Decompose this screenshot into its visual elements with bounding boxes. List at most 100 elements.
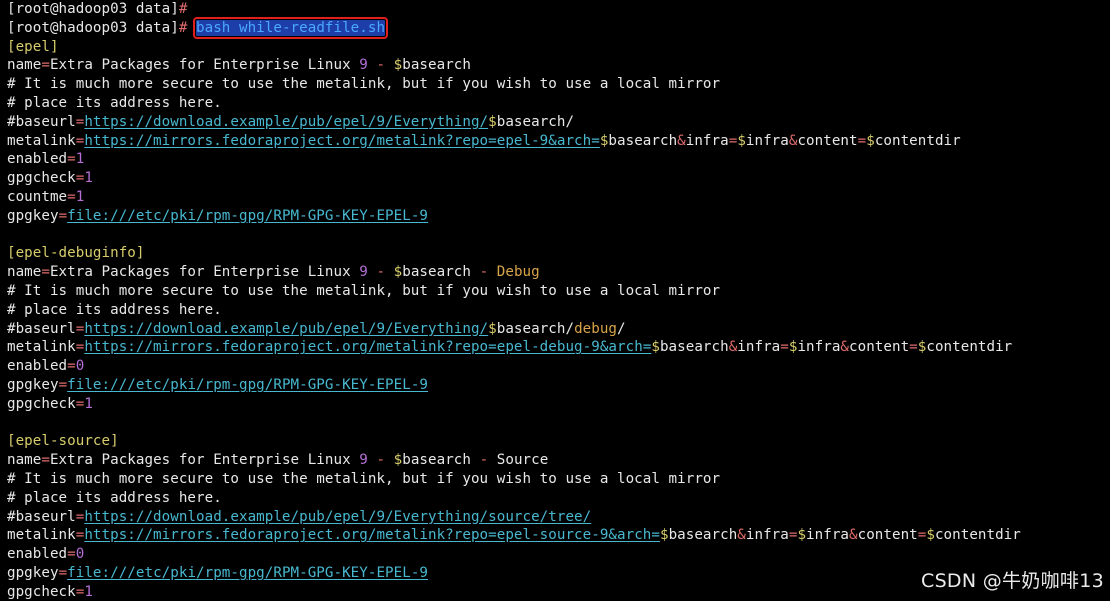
terminal-token-op: & (728, 339, 738, 356)
terminal-token-text: Source (496, 452, 549, 469)
terminal-line: [epel] (7, 38, 1110, 57)
terminal-token-sect: [epel] (7, 38, 59, 55)
terminal-token-link[interactable]: https://mirrors.fedoraproject.org/metali… (84, 339, 651, 355)
terminal-token-text: gpgcheck (7, 170, 76, 187)
terminal-token-text: infra (797, 339, 841, 356)
terminal-token-text: infra (685, 132, 729, 149)
terminal-token-op: = (780, 339, 789, 356)
terminal-token-op: & (840, 339, 850, 356)
terminal-token-text: basearch/ (496, 113, 575, 130)
terminal-token-text: content (857, 527, 918, 544)
terminal-token-text: #baseurl (7, 320, 76, 337)
terminal-token-text: contentdir (934, 527, 1021, 544)
terminal-line: [root@hadoop03 data]# (7, 0, 1110, 19)
terminal-token-text: Extra Packages for Enterprise Linux (49, 57, 360, 74)
terminal-token-op: - (367, 57, 394, 74)
terminal-line: gpgkey=file:///etc/pki/rpm-gpg/RPM-GPG-K… (7, 376, 1110, 395)
terminal-token-dollar: $ (393, 57, 403, 74)
terminal-line: # place its address here. (7, 94, 1110, 113)
terminal-token-text: # It is much more secure to use the meta… (7, 470, 721, 487)
terminal-token-text: gpgcheck (7, 395, 76, 412)
terminal-token-kw: debug (574, 320, 618, 337)
terminal-token-link[interactable]: https://download.example/pub/epel/9/Ever… (84, 321, 488, 337)
terminal-line: #baseurl=https://download.example/pub/ep… (7, 113, 1110, 132)
terminal-token-num: 0 (75, 358, 85, 375)
terminal-line: countme=1 (7, 188, 1110, 207)
terminal-token-dollar: $ (797, 527, 807, 544)
terminal-token-op: = (58, 207, 68, 224)
terminal-token-link[interactable]: file:///etc/pki/rpm-gpg/RPM-GPG-KEY-EPEL… (67, 565, 428, 581)
terminal-token-op: = (909, 339, 918, 356)
terminal-token-text: contentdir (874, 132, 961, 149)
terminal-token-dollar: $ (488, 320, 497, 337)
terminal-line: enabled=0 (7, 545, 1110, 564)
terminal-token-link[interactable]: https://download.example/pub/epel/9/Ever… (84, 114, 488, 130)
terminal-token-op: = (67, 358, 76, 375)
typed-command[interactable]: bash while-readfile.sh (193, 16, 389, 39)
terminal-line: enabled=0 (7, 357, 1110, 376)
terminal-token-link[interactable]: https://download.example/pub/epel/9/Ever… (84, 509, 591, 525)
terminal-token-op: & (677, 132, 686, 149)
terminal-line: #baseurl=https://download.example/pub/ep… (7, 508, 1110, 527)
terminal-token-num: 9 (359, 452, 368, 469)
terminal-token-dollar: $ (488, 113, 497, 130)
terminal-token-text: [root@hadoop03 data] (7, 19, 179, 36)
terminal-token-op: = (41, 264, 50, 281)
terminal-token-text: # place its address here. (7, 94, 222, 111)
terminal-line: # It is much more secure to use the meta… (7, 470, 1110, 489)
terminal-token-link[interactable]: https://mirrors.fedoraproject.org/metali… (84, 527, 660, 543)
terminal-token-num: 1 (84, 583, 93, 600)
terminal-line: gpgkey=file:///etc/pki/rpm-gpg/RPM-GPG-K… (7, 207, 1110, 226)
terminal-token-text: #baseurl (7, 508, 76, 525)
terminal-token-text: basearch (608, 132, 678, 149)
terminal-token-op: - (470, 264, 497, 281)
terminal-line: enabled=1 (7, 150, 1110, 169)
terminal-token-prompt-hash: # (178, 1, 188, 17)
terminal-token-text: gpgkey (7, 376, 59, 393)
terminal-token-num: 9 (359, 264, 368, 281)
terminal-token-link[interactable]: https://mirrors.fedoraproject.org/metali… (84, 133, 600, 149)
terminal-token-text: basearch (668, 527, 738, 544)
terminal-token-text: # It is much more secure to use the meta… (7, 282, 721, 299)
terminal-token-text: content (849, 339, 910, 356)
terminal-token-prompt-hash: # (178, 19, 197, 36)
terminal-token-text: name (7, 57, 42, 74)
terminal-token-dollar: $ (393, 264, 403, 281)
terminal-line: gpgcheck=1 (7, 395, 1110, 414)
terminal-output[interactable]: [root@hadoop03 data]# [root@hadoop03 data… (0, 0, 1110, 601)
terminal-token-dollar: $ (651, 339, 660, 356)
terminal-line: # It is much more secure to use the meta… (7, 75, 1110, 94)
terminal-token-dollar: $ (926, 527, 935, 544)
terminal-token-op: - (367, 264, 394, 281)
terminal-token-link[interactable]: file:///etc/pki/rpm-gpg/RPM-GPG-KEY-EPEL… (67, 377, 428, 393)
terminal-token-op: & (849, 527, 858, 544)
terminal-token-link[interactable]: file:///etc/pki/rpm-gpg/RPM-GPG-KEY-EPEL… (67, 208, 428, 224)
terminal-token-text: metalink (7, 339, 76, 356)
terminal-token-text: basearch (402, 264, 471, 281)
terminal-token-op: - (470, 452, 497, 469)
terminal-token-text: infra (737, 339, 781, 356)
terminal-token-sect: [epel-debuginfo] (7, 245, 145, 262)
terminal-token-text: countme (7, 188, 68, 205)
terminal-line: # place its address here. (7, 301, 1110, 320)
terminal-line: name=Extra Packages for Enterprise Linux… (7, 263, 1110, 282)
terminal-token-text: Extra Packages for Enterprise Linux (49, 264, 360, 281)
terminal-token-text: metalink (7, 527, 76, 544)
terminal-token-text: name (7, 264, 42, 281)
terminal-token-text: basearch (402, 452, 471, 469)
terminal-token-num: 9 (359, 57, 368, 74)
terminal-token-text: Extra Packages for Enterprise Linux (49, 452, 360, 469)
terminal-line: #baseurl=https://download.example/pub/ep… (7, 320, 1110, 339)
terminal-token-text: basearch (659, 339, 729, 356)
csdn-watermark: CSDN @牛奶咖啡13 (921, 570, 1104, 592)
terminal-token-op: = (67, 151, 76, 168)
terminal-token-num: 1 (75, 188, 85, 205)
terminal-line: gpgcheck=1 (7, 169, 1110, 188)
terminal-token-text: basearch (402, 57, 471, 74)
terminal-line: name=Extra Packages for Enterprise Linux… (7, 451, 1110, 470)
terminal-token-op: = (67, 546, 76, 563)
terminal-token-dollar: $ (866, 132, 875, 149)
terminal-line: [epel-source] (7, 432, 1110, 451)
